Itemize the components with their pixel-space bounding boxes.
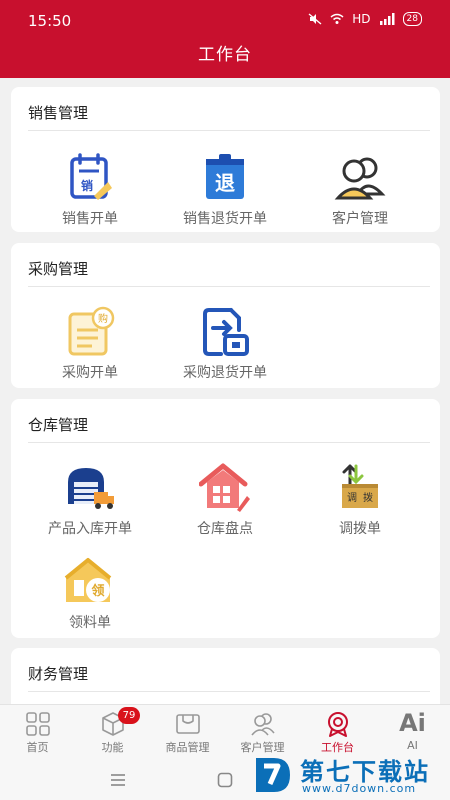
status-time: 15:50 bbox=[28, 12, 72, 30]
page-title-bar: 工作台 bbox=[0, 40, 450, 78]
tab-goods-management[interactable]: 商品管理 bbox=[150, 705, 225, 763]
ai-icon: Ai bbox=[399, 709, 426, 737]
tab-label: 首页 bbox=[26, 741, 49, 754]
customer-people-icon bbox=[250, 713, 275, 736]
tab-label: 功能 bbox=[101, 741, 124, 754]
transfer-glyph-b: 拨 bbox=[363, 491, 373, 504]
tab-functions[interactable]: 79 功能 bbox=[75, 705, 150, 763]
purchase-order-icon: 购 bbox=[68, 306, 115, 356]
home-button-icon[interactable] bbox=[217, 772, 233, 788]
item-label: 领料单 bbox=[69, 615, 111, 631]
goods-box-icon bbox=[175, 714, 200, 734]
section-title: 采购管理 bbox=[28, 260, 89, 278]
item-label: 销售开单 bbox=[62, 211, 118, 227]
inbound-warehouse-icon bbox=[68, 468, 114, 509]
section-title: 销售管理 bbox=[28, 104, 89, 122]
purchase-return-button[interactable]: 采购退货开单 bbox=[155, 306, 295, 382]
sales-order-button[interactable]: 销 销售开单 bbox=[20, 152, 160, 228]
stocktake-button[interactable]: 仓库盘点 bbox=[155, 462, 295, 538]
status-icons: HD 28 bbox=[308, 12, 422, 26]
material-requisition-button[interactable]: 领 领料单 bbox=[20, 556, 160, 632]
page-title: 工作台 bbox=[198, 45, 252, 65]
workbench-icon bbox=[327, 712, 348, 737]
item-label: 调拨单 bbox=[339, 521, 381, 537]
section-title: 财务管理 bbox=[28, 665, 89, 683]
item-label: 产品入库开单 bbox=[48, 521, 132, 537]
section-finance: 财务管理 bbox=[11, 648, 440, 704]
tab-label: AI bbox=[407, 739, 418, 752]
menu-icon[interactable] bbox=[110, 773, 126, 787]
divider bbox=[28, 691, 430, 692]
section-purchase: 采购管理 购 采购开单 采购退货开单 bbox=[11, 243, 440, 388]
customer-management-button[interactable]: 客户管理 bbox=[290, 152, 430, 228]
divider bbox=[28, 130, 430, 131]
return-glyph: 退 bbox=[215, 171, 235, 195]
stocktake-icon bbox=[199, 463, 250, 512]
sales-glyph: 销 bbox=[81, 178, 93, 193]
material-requisition-icon: 领 bbox=[64, 558, 112, 602]
tab-label: 商品管理 bbox=[165, 741, 210, 754]
section-sales: 销售管理 销 销售开单 退 销售退货开单 客户管理 bbox=[11, 87, 440, 232]
item-label: 采购退货开单 bbox=[183, 365, 267, 381]
divider bbox=[28, 286, 430, 287]
item-label: 销售退货开单 bbox=[183, 211, 267, 227]
status-bar: 15:50 HD 28 bbox=[0, 0, 450, 40]
sales-return-button[interactable]: 退 销售退货开单 bbox=[155, 152, 295, 228]
wifi-icon bbox=[330, 13, 344, 24]
battery-icon: 28 bbox=[402, 12, 422, 26]
d7-logo-icon bbox=[256, 758, 290, 792]
tab-home[interactable]: 首页 bbox=[0, 705, 75, 763]
section-title: 仓库管理 bbox=[28, 416, 89, 434]
home-grid-icon bbox=[25, 712, 50, 736]
purchase-order-button[interactable]: 购 采购开单 bbox=[20, 306, 160, 382]
section-warehouse: 仓库管理 产品入库开单 仓库盘点 调 拨 调拨单 领 领料单 bbox=[11, 399, 440, 638]
transfer-order-button[interactable]: 调 拨 调拨单 bbox=[290, 462, 430, 538]
signal-icon bbox=[379, 13, 395, 25]
transfer-glyph-a: 调 bbox=[347, 492, 357, 504]
notification-badge: 79 bbox=[118, 707, 140, 724]
sales-return-icon: 退 bbox=[206, 154, 244, 199]
mute-icon bbox=[308, 13, 322, 25]
watermark-logo: 第七下载站 www.d7down.com bbox=[252, 752, 442, 798]
purchase-glyph: 购 bbox=[98, 312, 108, 325]
divider bbox=[28, 442, 430, 443]
workbench-content[interactable]: 销售管理 销 销售开单 退 销售退货开单 客户管理 采购管理 购 采购开单 采购… bbox=[0, 78, 450, 704]
watermark-url: www.d7down.com bbox=[302, 782, 417, 795]
inbound-order-button[interactable]: 产品入库开单 bbox=[20, 462, 160, 538]
item-label: 采购开单 bbox=[62, 365, 118, 381]
item-label: 客户管理 bbox=[332, 211, 388, 227]
network-type: HD bbox=[352, 12, 371, 26]
sales-order-icon: 销 bbox=[70, 153, 112, 200]
transfer-icon: 调 拨 bbox=[342, 464, 378, 508]
item-label: 仓库盘点 bbox=[197, 521, 253, 537]
customers-icon bbox=[334, 157, 386, 200]
requisition-glyph: 领 bbox=[91, 583, 104, 599]
purchase-return-icon bbox=[203, 308, 249, 356]
